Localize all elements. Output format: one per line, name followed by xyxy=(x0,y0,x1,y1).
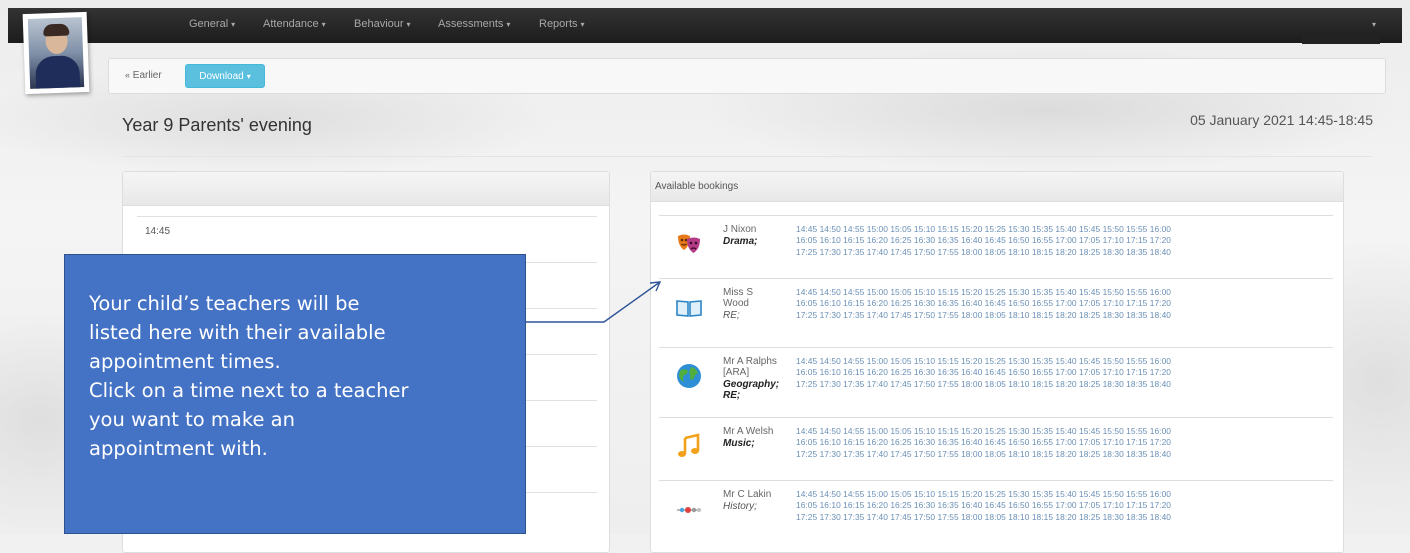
teacher-name: Mr C Lakin xyxy=(723,489,772,500)
instruction-callout: Your child’s teachers will be listed her… xyxy=(64,254,526,534)
time-slot-label: 14:45 xyxy=(145,226,171,237)
teacher-row: J Nixon Drama; 14:45 14:50 14:55 15:00 1… xyxy=(659,215,1333,283)
time-slot-line[interactable]: 17:25 17:30 17:35 17:40 17:45 17:50 17:5… xyxy=(796,449,1316,460)
teacher-row: Miss S Wood RE; 14:45 14:50 14:55 15:00 … xyxy=(659,278,1333,346)
theatre-masks-icon xyxy=(678,234,700,253)
teacher-subject: RE; xyxy=(723,310,740,321)
user-menu-dropdown xyxy=(1302,34,1380,44)
divider xyxy=(137,216,597,217)
nav-assessments[interactable]: Assessments ▾ xyxy=(438,18,510,30)
time-slots[interactable]: 14:45 14:50 14:55 15:00 15:05 15:10 15:1… xyxy=(796,426,1316,460)
teacher-row: Mr A Ralphs [ARA] Geography; RE; 14:45 1… xyxy=(659,347,1333,415)
time-slots[interactable]: 14:45 14:50 14:55 15:00 15:05 15:10 15:1… xyxy=(796,224,1316,258)
divider xyxy=(122,156,1372,157)
time-slot-line[interactable]: 14:45 14:50 14:55 15:00 15:05 15:10 15:1… xyxy=(796,287,1316,298)
top-navbar: General ▾ Attendance ▾ Behaviour ▾ Assessme… xyxy=(8,8,1402,43)
time-slot-line[interactable]: 16:05 16:10 16:15 16:20 16:25 16:30 16:3… xyxy=(796,437,1316,448)
nav-behaviour[interactable]: Behaviour ▾ xyxy=(354,18,411,30)
double-chevron-left-icon: « xyxy=(125,70,131,80)
teacher-row: Mr A Welsh Music; 14:45 14:50 14:55 15:0… xyxy=(659,417,1333,485)
teacher-subject: History; xyxy=(723,501,757,512)
teacher-subject: Geography; xyxy=(723,379,780,390)
teacher-subject: Drama; xyxy=(723,236,758,247)
student-avatar[interactable] xyxy=(22,11,90,95)
open-book-icon xyxy=(676,300,702,317)
toolbar: « Earlier Download ▾ xyxy=(108,58,1386,94)
globe-icon xyxy=(677,364,701,388)
teacher-subject: RE; xyxy=(723,390,741,401)
time-slot-line[interactable]: 16:05 16:10 16:15 16:20 16:25 16:30 16:3… xyxy=(796,298,1316,309)
music-note-icon xyxy=(678,433,700,457)
teacher-row: Mr C Lakin History; 14:45 14:50 14:55 15… xyxy=(659,480,1333,548)
nav-attendance[interactable]: Attendance ▾ xyxy=(263,18,326,30)
time-slots[interactable]: 14:45 14:50 14:55 15:00 15:05 15:10 15:1… xyxy=(796,287,1316,321)
time-slot-line[interactable]: 16:05 16:10 16:15 16:20 16:25 16:30 16:3… xyxy=(796,500,1316,511)
time-slot-line[interactable]: 16:05 16:10 16:15 16:20 16:25 16:30 16:3… xyxy=(796,235,1316,246)
nav-reports[interactable]: Reports ▾ xyxy=(539,18,585,30)
time-slot-line[interactable]: 16:05 16:10 16:15 16:20 16:25 16:30 16:3… xyxy=(796,367,1316,378)
chevron-down-icon: ▾ xyxy=(246,72,251,81)
teacher-subject: Music; xyxy=(723,438,755,449)
time-slot-line[interactable]: 14:45 14:50 14:55 15:00 15:05 15:10 15:1… xyxy=(796,224,1316,235)
page-title: Year 9 Parents' evening xyxy=(122,115,312,135)
teacher-name: Mr A Welsh xyxy=(723,426,774,437)
nav-general[interactable]: General ▾ xyxy=(189,18,235,30)
teacher-name: Miss S Wood xyxy=(723,287,753,309)
history-timeline-icon xyxy=(677,507,701,513)
time-slot-line[interactable]: 14:45 14:50 14:55 15:00 15:05 15:10 15:1… xyxy=(796,356,1316,367)
avatar-photo xyxy=(27,17,85,89)
teacher-name: Mr A Ralphs [ARA] xyxy=(723,356,777,378)
teacher-name: J Nixon xyxy=(723,224,757,235)
time-slot-line[interactable]: 17:25 17:30 17:35 17:40 17:45 17:50 17:5… xyxy=(796,310,1316,321)
time-slot-line[interactable]: 14:45 14:50 14:55 15:00 15:05 15:10 15:1… xyxy=(796,426,1316,437)
time-slots[interactable]: 14:45 14:50 14:55 15:00 15:05 15:10 15:1… xyxy=(796,489,1316,523)
panel-header xyxy=(123,172,609,206)
panel-header: Available bookings xyxy=(651,172,1343,202)
user-menu-caret-icon[interactable]: ▾ xyxy=(1372,20,1376,29)
time-slot-line[interactable]: 17:25 17:30 17:35 17:40 17:45 17:50 17:5… xyxy=(796,512,1316,523)
available-bookings-panel: Available bookings J Nixon Drama; 14:45 … xyxy=(650,171,1344,553)
time-slot-line[interactable]: 14:45 14:50 14:55 15:00 15:05 15:10 15:1… xyxy=(796,489,1316,500)
time-slot-line[interactable]: 17:25 17:30 17:35 17:40 17:45 17:50 17:5… xyxy=(796,247,1316,258)
earlier-link[interactable]: « Earlier xyxy=(125,70,162,81)
download-button[interactable]: Download ▾ xyxy=(185,64,265,88)
time-slot-line[interactable]: 17:25 17:30 17:35 17:40 17:45 17:50 17:5… xyxy=(796,379,1316,390)
event-date: 05 January 2021 14:45-18:45 xyxy=(1190,112,1373,128)
callout-text: Your child’s teachers will be listed her… xyxy=(89,292,409,460)
time-slots[interactable]: 14:45 14:50 14:55 15:00 15:05 15:10 15:1… xyxy=(796,356,1316,390)
